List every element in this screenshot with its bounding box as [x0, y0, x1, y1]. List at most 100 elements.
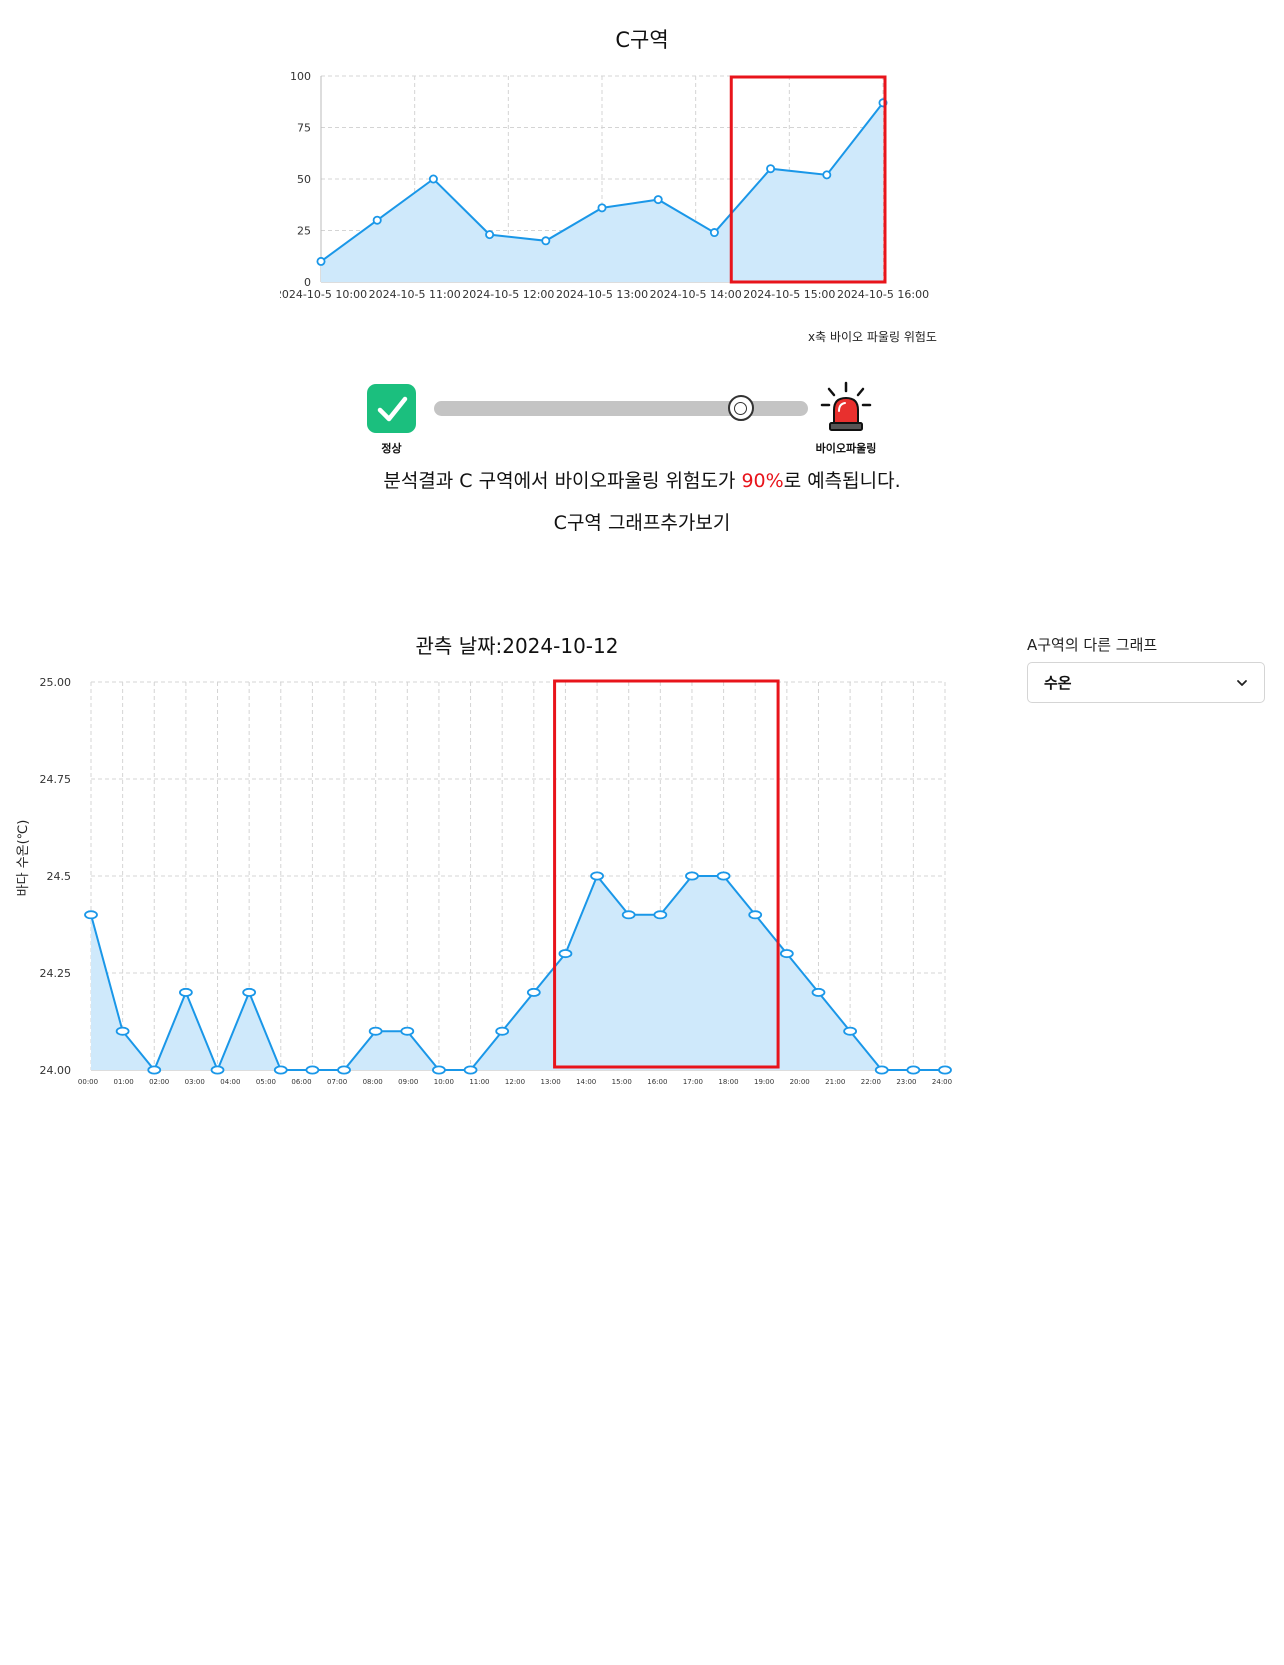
- result-value: 90%: [741, 470, 784, 492]
- x-tick-label: 2024-10-5 12:00: [462, 288, 554, 301]
- data-point: [621, 910, 636, 920]
- data-point: [938, 1065, 952, 1075]
- data-point: [653, 910, 668, 920]
- data-point: [273, 1065, 288, 1075]
- x-tick-label: 2024-10-5 16:00: [837, 288, 929, 301]
- normal-status-badge: [367, 384, 416, 433]
- data-point: [558, 949, 573, 959]
- y-tick-label: 100: [290, 70, 311, 83]
- x-tick-label: 23:00: [896, 1078, 916, 1086]
- area-fill: [321, 102, 883, 282]
- y-tick-label: 25.00: [40, 676, 72, 689]
- x-tick-label: 12:00: [505, 1078, 525, 1086]
- x-tick-label: 11:00: [469, 1078, 489, 1086]
- top-chart-note: x축 바이오 파울링 위험도: [808, 330, 937, 344]
- x-tick-label: 10:00: [434, 1078, 454, 1086]
- x-tick-label: 2024-10-5 14:00: [650, 288, 742, 301]
- data-point: [432, 1065, 446, 1075]
- check-icon: [377, 396, 407, 421]
- x-tick-label: 00:00: [78, 1078, 98, 1086]
- x-tick-label: 06:00: [291, 1078, 311, 1086]
- more-graphs-link[interactable]: C구역 그래프추가보기: [0, 508, 1284, 535]
- data-point: [541, 236, 551, 246]
- data-point: [210, 1065, 225, 1075]
- y-tick-label: 50: [297, 173, 311, 186]
- graph-type-select[interactable]: 수온: [1027, 662, 1265, 703]
- x-tick-label: 22:00: [861, 1078, 881, 1086]
- data-point: [779, 949, 794, 959]
- x-tick-label: 18:00: [718, 1078, 738, 1086]
- x-tick-label: 19:00: [754, 1078, 774, 1086]
- data-point: [526, 987, 541, 997]
- data-point: [316, 256, 326, 266]
- result-suffix: 로 예측됩니다.: [783, 470, 901, 492]
- data-point: [485, 230, 495, 240]
- data-point: [822, 170, 832, 180]
- data-point: [653, 195, 663, 205]
- data-point: [590, 871, 604, 881]
- x-tick-label: 01:00: [113, 1078, 133, 1086]
- x-tick-label: 07:00: [327, 1078, 347, 1086]
- data-point: [337, 1065, 351, 1075]
- y-tick-label: 24.5: [47, 870, 72, 883]
- data-point: [811, 987, 826, 997]
- data-point: [843, 1026, 858, 1036]
- x-tick-label: 2024-10-5 10:00: [280, 288, 367, 301]
- x-tick-label: 13:00: [540, 1078, 560, 1086]
- data-point: [748, 910, 763, 920]
- data-point: [716, 871, 731, 881]
- x-tick-label: 24:00: [932, 1078, 952, 1086]
- data-point: [115, 1026, 130, 1036]
- data-point: [463, 1065, 478, 1075]
- data-point: [709, 228, 719, 238]
- y-tick-label: 24.00: [40, 1064, 72, 1077]
- data-point: [372, 215, 382, 225]
- x-tick-label: 09:00: [398, 1078, 418, 1086]
- y-tick-label: 24.75: [40, 773, 72, 786]
- y-tick-label: 24.25: [40, 967, 72, 980]
- bottom-chart-title: 관측 날짜:2024-10-12: [415, 634, 619, 658]
- y-axis-label: 바다 수온(℃): [16, 820, 31, 897]
- data-point: [147, 1065, 162, 1075]
- danger-status-label: 바이오파울링: [815, 442, 877, 455]
- x-tick-label: 2024-10-5 11:00: [369, 288, 461, 301]
- siren-icon: [820, 381, 872, 431]
- x-tick-label: 16:00: [647, 1078, 667, 1086]
- data-point: [178, 987, 193, 997]
- data-point: [874, 1065, 889, 1075]
- sea-temperature-chart: 24.00 24.25 24.5 24.75 25.00 00:00 01:00 02:00 0…: [16, 676, 952, 1086]
- x-tick-label: 21:00: [825, 1078, 845, 1086]
- analysis-result-text: 분석결과 C 구역에서 바이오파울링 위험도가 90%로 예측됩니다.: [0, 466, 1284, 493]
- top-risk-chart: 02550751002024-10-5 10:00 2024-10-5 11:00…: [280, 70, 929, 301]
- chevron-down-icon: [1237, 679, 1247, 686]
- x-tick-label: 2024-10-5 15:00: [743, 288, 835, 301]
- x-tick-label: 17:00: [683, 1078, 703, 1086]
- y-tick-label: 25: [297, 225, 311, 238]
- top-chart-title: C구역: [615, 28, 669, 52]
- data-point: [766, 164, 776, 174]
- risk-level-slider-thumb[interactable]: [727, 395, 754, 421]
- data-point: [400, 1026, 415, 1036]
- x-tick-label: 08:00: [363, 1078, 383, 1086]
- result-prefix: 분석결과 C 구역에서 바이오파울링 위험도가: [383, 470, 742, 492]
- data-point: [242, 987, 257, 997]
- data-point: [84, 910, 98, 920]
- data-point: [495, 1026, 510, 1036]
- x-tick-label: 2024-10-5 13:00: [556, 288, 648, 301]
- x-tick-label: 05:00: [256, 1078, 276, 1086]
- data-point: [428, 174, 438, 184]
- x-tick-label: 20:00: [790, 1078, 810, 1086]
- normal-status-label: 정상: [381, 442, 402, 455]
- data-point: [368, 1026, 383, 1036]
- graph-type-selected: 수온: [1044, 674, 1072, 692]
- x-tick-label: 15:00: [612, 1078, 632, 1086]
- x-tick-label: 04:00: [220, 1078, 240, 1086]
- other-graph-label: A구역의 다른 그래프: [1027, 636, 1158, 654]
- risk-status-row: 정상 바이오파울링: [0, 381, 1284, 474]
- x-tick-label: 03:00: [185, 1078, 205, 1086]
- data-point: [685, 871, 699, 881]
- y-tick-label: 75: [297, 122, 311, 135]
- x-tick-label: 14:00: [576, 1078, 596, 1086]
- data-point: [305, 1065, 320, 1075]
- data-point: [906, 1065, 921, 1075]
